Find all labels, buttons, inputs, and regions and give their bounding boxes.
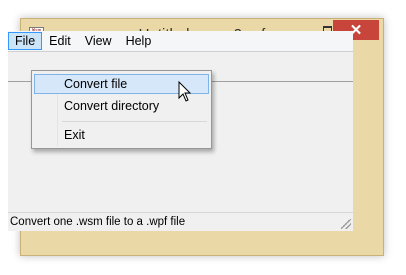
menu-separator (62, 121, 207, 122)
menu-edit[interactable]: Edit (42, 32, 78, 50)
resize-grip-icon[interactable] (341, 219, 351, 229)
status-bar: Convert one .wsm file to a .wpf file (8, 212, 353, 231)
menu-view[interactable]: View (78, 32, 119, 50)
mouse-cursor-icon (178, 80, 192, 108)
menu-bar: File Edit View Help (8, 31, 353, 51)
menu-help[interactable]: Help (119, 32, 159, 50)
status-text: Convert one .wsm file to a .wpf file (10, 216, 186, 228)
menu-item-exit[interactable]: Exit (34, 125, 209, 145)
menu-file[interactable]: File (8, 32, 43, 50)
